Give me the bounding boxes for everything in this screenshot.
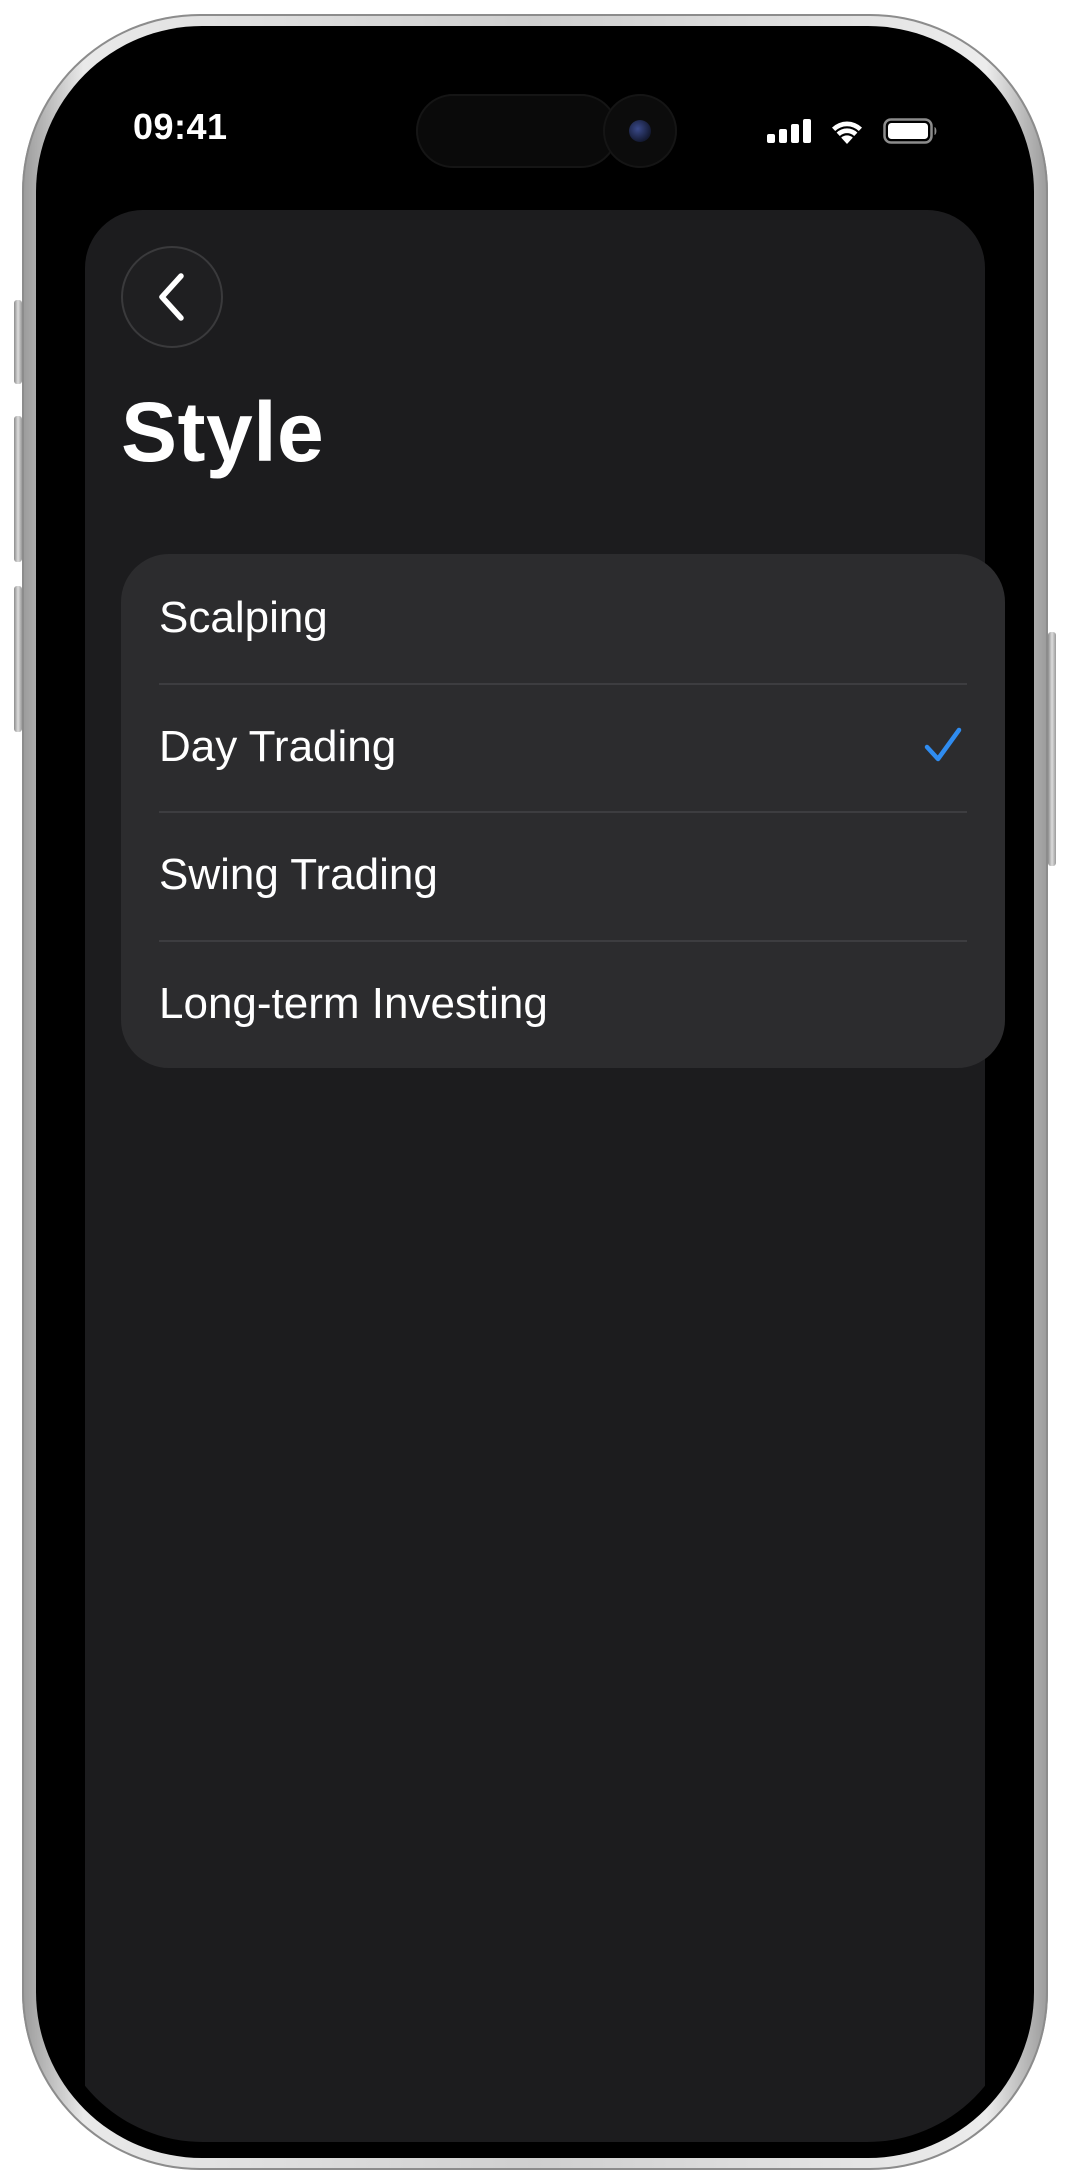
- option-swing-trading[interactable]: Swing Trading: [121, 811, 1005, 940]
- option-label: Swing Trading: [159, 850, 438, 900]
- status-bar: 09:41: [51, 42, 1019, 192]
- camera-lens: [629, 120, 651, 142]
- screen: 09:41 Style Scalping Day Trading Swing T…: [51, 42, 1019, 2142]
- dynamic-island: [416, 94, 618, 168]
- checkmark-icon: [924, 727, 962, 761]
- option-scalping[interactable]: Scalping: [121, 554, 1005, 683]
- style-options-list: Scalping Day Trading Swing Trading Long-…: [121, 554, 1005, 1068]
- action-button: [14, 300, 22, 384]
- chevron-left-icon: [159, 273, 184, 321]
- option-label: Scalping: [159, 593, 328, 643]
- cellular-signal-icon: [767, 119, 811, 143]
- option-long-term-investing[interactable]: Long-term Investing: [121, 939, 1005, 1069]
- power-button: [1048, 632, 1056, 866]
- wifi-icon: [832, 121, 862, 144]
- battery-icon: [883, 118, 937, 144]
- status-icons: [767, 116, 939, 146]
- option-label: Day Trading: [159, 721, 397, 771]
- volume-down-button: [14, 586, 22, 732]
- style-sheet: Style Scalping Day Trading Swing Trading: [85, 210, 1005, 2142]
- option-label: Long-term Investing: [159, 978, 548, 1028]
- option-day-trading[interactable]: Day Trading: [121, 682, 1005, 812]
- status-time: 09:41: [133, 106, 228, 147]
- front-camera: [603, 94, 677, 168]
- volume-up-button: [14, 416, 22, 562]
- phone-bezel: 09:41 Style Scalping Day Trading Swing T…: [36, 26, 1034, 2158]
- back-button[interactable]: [121, 246, 223, 348]
- page-title: Style: [121, 385, 325, 479]
- phone-frame: 09:41 Style Scalping Day Trading Swing T…: [14, 14, 1056, 2170]
